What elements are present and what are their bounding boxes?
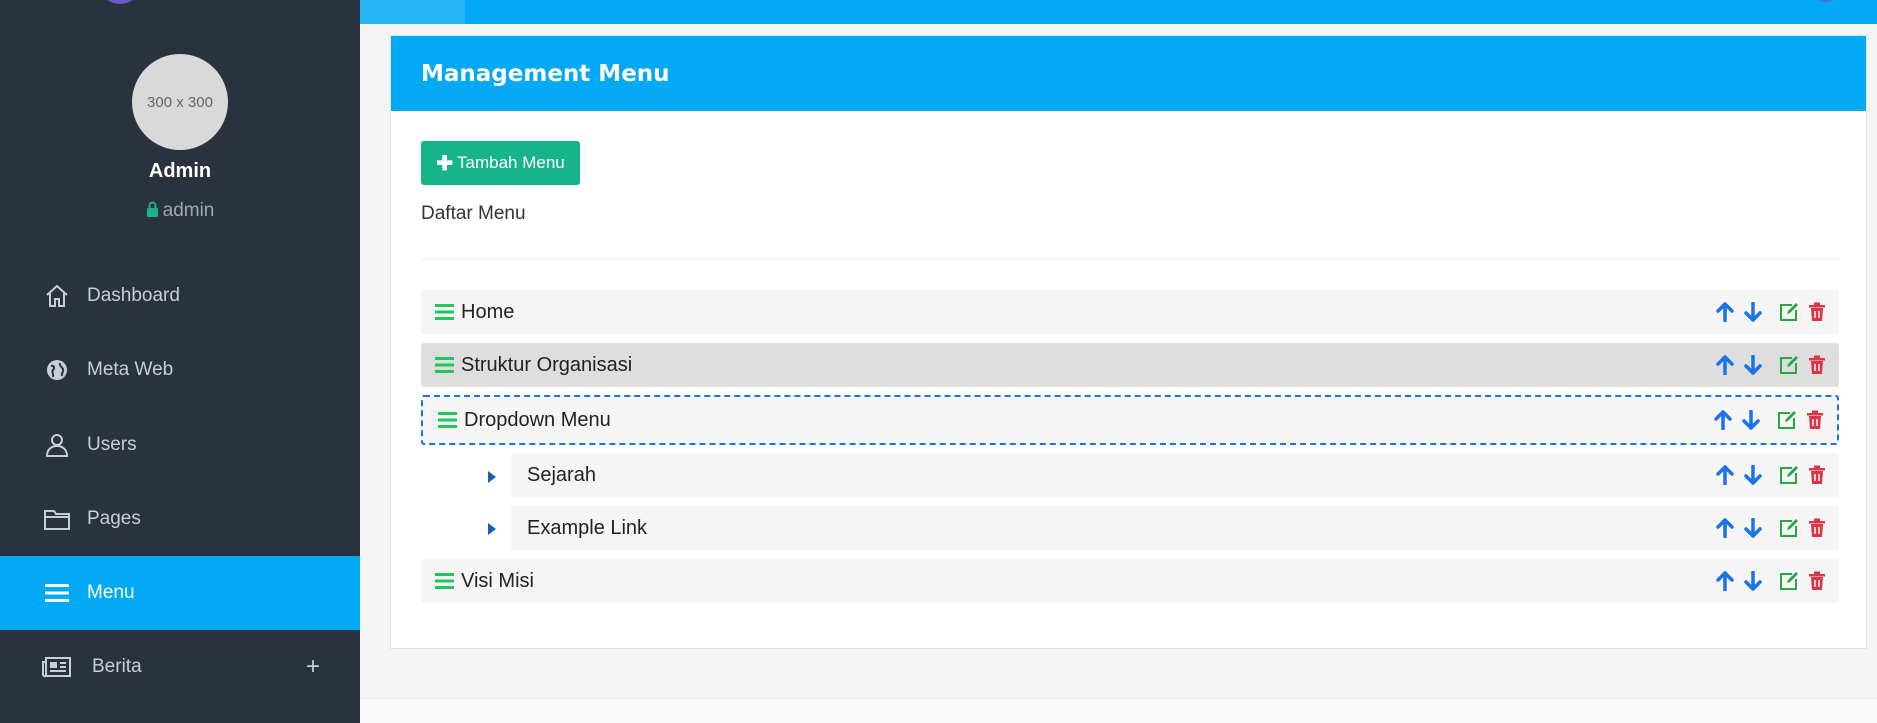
move-up-icon[interactable] [1713,569,1737,593]
user-name: Admin [148,160,212,182]
move-down-icon[interactable] [1741,569,1765,593]
caret-right-icon[interactable] [487,469,499,483]
edit-icon[interactable] [1777,300,1801,324]
menu-item-label: Home [461,300,515,323]
sidebar-item-meta-web[interactable]: Meta Web [0,333,360,407]
user-role-label: admin [162,200,215,221]
lock-icon [146,201,159,223]
drag-handle-icon[interactable] [438,411,458,429]
delete-icon[interactable] [1805,516,1829,540]
sidebar-item-label: Meta Web [87,359,174,380]
sidebar-item-label: Menu [87,582,135,603]
newspaper-icon [42,652,72,682]
sidebar-item-pages[interactable]: Pages [0,482,360,556]
move-down-icon[interactable] [1741,353,1765,377]
sidebar-item-menu[interactable]: Menu [0,556,360,630]
edit-icon[interactable] [1777,569,1801,593]
menu-item-label: Struktur Organisasi [461,353,633,376]
logo-partial [98,0,142,4]
user-menu-avatar[interactable] [1815,0,1837,2]
sidebar-item-label: Berita [92,656,142,677]
menu-item-label: Dropdown Menu [464,408,611,431]
avatar-placeholder-text: 300 x 300 [147,93,213,111]
user-role: admin [0,200,360,223]
edit-icon[interactable] [1775,408,1799,432]
row-actions [1709,516,1829,540]
caret-right-icon[interactable] [487,521,499,535]
delete-icon[interactable] [1803,408,1827,432]
move-down-icon[interactable] [1741,463,1765,487]
move-up-icon[interactable] [1713,353,1737,377]
move-up-icon[interactable] [1713,300,1737,324]
navbar-toggle[interactable] [360,0,465,24]
card-title: Management Menu [391,36,1866,111]
home-icon [42,281,72,311]
add-menu-label: Tambah Menu [457,153,565,172]
move-down-icon[interactable] [1739,408,1763,432]
sidebar-item-berita[interactable]: Berita + [0,630,360,704]
menu-management-card: Management Menu ✚ Tambah Menu Daftar Men… [390,35,1867,649]
row-actions [1707,408,1827,432]
move-down-icon[interactable] [1741,516,1765,540]
divider [421,259,1839,260]
menu-item-example-link[interactable]: Example Link [511,506,1839,550]
row-actions [1709,463,1829,487]
drag-handle-icon[interactable] [435,303,455,321]
page-footer [360,698,1877,723]
globe-icon [42,355,72,385]
sidebar-item-dashboard[interactable]: Dashboard [0,259,360,333]
move-up-icon[interactable] [1713,463,1737,487]
menu-item-label: Visi Misi [461,569,534,592]
move-up-icon[interactable] [1711,408,1735,432]
avatar: 300 x 300 [132,54,228,150]
sidebar-item-users[interactable]: Users [0,408,360,482]
list-title: Daftar Menu [421,203,526,224]
delete-icon[interactable] [1805,569,1829,593]
delete-icon[interactable] [1805,300,1829,324]
menu-item-home[interactable]: Home [421,290,1839,334]
move-down-icon[interactable] [1741,300,1765,324]
sidebar: 300 x 300 Admin admin Dashboard Meta Web… [0,0,360,723]
drag-handle-icon[interactable] [435,572,455,590]
menu-item-struktur-organisasi[interactable]: Struktur Organisasi [421,343,1839,387]
expand-icon[interactable]: + [306,653,320,681]
row-actions [1709,569,1829,593]
add-menu-button[interactable]: ✚ Tambah Menu [421,141,580,185]
delete-icon[interactable] [1805,353,1829,377]
row-actions [1709,300,1829,324]
top-navbar [360,0,1877,24]
menu-item-dropdown-menu[interactable]: Dropdown Menu [421,395,1839,445]
edit-icon[interactable] [1777,463,1801,487]
menu-item-label: Sejarah [527,463,596,486]
user-icon [42,430,72,460]
edit-icon[interactable] [1777,353,1801,377]
folder-icon [42,504,72,534]
menu-item-visi-misi[interactable]: Visi Misi [421,559,1839,603]
bars-icon [42,578,72,608]
drag-handle-icon[interactable] [435,356,455,374]
sidebar-item-label: Pages [87,508,141,529]
plus-icon: ✚ [436,152,454,175]
sidebar-item-label: Users [87,434,137,455]
edit-icon[interactable] [1777,516,1801,540]
row-actions [1709,353,1829,377]
delete-icon[interactable] [1805,463,1829,487]
menu-item-sejarah[interactable]: Sejarah [511,453,1839,497]
move-up-icon[interactable] [1713,516,1737,540]
menu-item-label: Example Link [527,516,648,539]
sidebar-item-label: Dashboard [87,285,180,306]
